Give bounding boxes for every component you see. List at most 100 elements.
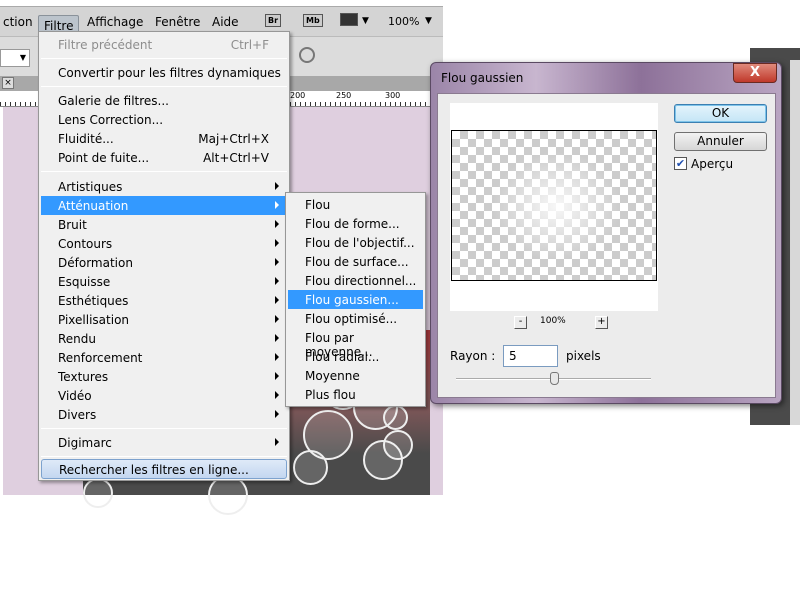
cancel-button[interactable]: Annuler — [674, 132, 767, 151]
label: Fluidité... — [58, 132, 114, 146]
separator — [41, 428, 287, 429]
submenu-item-flou-optimise[interactable]: Flou optimisé... — [288, 309, 423, 328]
menu-item-renforcement[interactable]: Renforcement — [41, 348, 287, 367]
separator — [41, 456, 287, 457]
submenu-item-flou-surface[interactable]: Flou de surface... — [288, 252, 423, 271]
menu-item-point-de-fuite[interactable]: Point de fuite... Alt+Ctrl+V — [41, 148, 287, 167]
menu-item-video[interactable]: Vidéo — [41, 386, 287, 405]
preview-checkbox[interactable]: ✔ — [674, 157, 687, 170]
menu-item-rendu[interactable]: Rendu — [41, 329, 287, 348]
preset-dropdown[interactable]: ▼ — [0, 49, 30, 67]
close-tab-icon[interactable]: × — [2, 77, 14, 89]
menu-item-filtre-precedent: Filtre précédent Ctrl+F — [41, 35, 287, 54]
submenu-item-flou-directionnel[interactable]: Flou directionnel... — [288, 271, 423, 290]
bubble — [293, 450, 328, 485]
radius-slider-thumb[interactable] — [549, 372, 559, 385]
submenu-item-flou-gaussien[interactable]: Flou gaussien... — [288, 290, 423, 309]
submenu-item-flou-par-moyenne[interactable]: Flou par moyenne... — [288, 328, 423, 359]
submenu-arrow-icon — [275, 438, 279, 446]
menu-aide[interactable]: Aide — [212, 15, 239, 29]
preview-area[interactable] — [450, 103, 658, 311]
submenu-item-plus-flou[interactable]: Plus flou — [288, 385, 423, 404]
submenu-arrow-icon — [275, 353, 279, 361]
menu-item-attenuation[interactable]: Atténuation — [41, 196, 287, 215]
menu-selection[interactable]: ction — [3, 15, 33, 29]
menu-item-deformation[interactable]: Déformation — [41, 253, 287, 272]
dialog-title: Flou gaussien — [441, 71, 524, 85]
chevron-down-icon[interactable]: ▼ — [425, 16, 432, 26]
submenu-item-flou[interactable]: Flou — [288, 195, 423, 214]
radius-input[interactable]: 5 — [503, 345, 558, 367]
minibridge-icon[interactable]: Mb — [303, 14, 323, 27]
menu-item-convertir[interactable]: Convertir pour les filtres dynamiques — [41, 63, 287, 82]
menu-item-digimarc[interactable]: Digimarc — [41, 433, 287, 452]
menu-item-fluidite[interactable]: Fluidité... Maj+Ctrl+X — [41, 129, 287, 148]
menu-item-galerie[interactable]: Galerie de filtres... — [41, 91, 287, 110]
submenu-arrow-icon — [275, 296, 279, 304]
radius-label: Rayon : — [450, 349, 496, 363]
menu-item-esthetiques[interactable]: Esthétiques — [41, 291, 287, 310]
menu-item-contours[interactable]: Contours — [41, 234, 287, 253]
shortcut: Maj+Ctrl+X — [198, 132, 269, 146]
bubble — [208, 475, 248, 515]
filter-menu: Filtre précédent Ctrl+F Convertir pour le… — [38, 31, 290, 481]
shortcut: Alt+Ctrl+V — [203, 151, 269, 165]
ruler-label: 250 — [336, 91, 352, 100]
bubble — [83, 478, 113, 508]
gaussian-blur-dialog: Flou gaussien X OK Annuler ✔ Aperçu - 10… — [430, 62, 782, 404]
preview-label[interactable]: Aperçu — [691, 157, 733, 171]
bubble — [383, 430, 413, 460]
label: Artistiques — [58, 180, 123, 194]
submenu-arrow-icon — [275, 220, 279, 228]
separator — [41, 171, 287, 172]
blur-glow — [492, 151, 622, 261]
ruler-label: 200 — [290, 91, 306, 100]
label: Vidéo — [58, 389, 92, 403]
close-button[interactable]: X — [733, 63, 777, 83]
zoom-in-button[interactable]: + — [595, 316, 608, 329]
label: Point de fuite... — [58, 151, 150, 165]
menu-item-esquisse[interactable]: Esquisse — [41, 272, 287, 291]
label: Esthétiques — [58, 294, 129, 308]
menu-item-artistiques[interactable]: Artistiques — [41, 177, 287, 196]
submenu-item-flou-de-forme[interactable]: Flou de forme... — [288, 214, 423, 233]
label: Rendu — [58, 332, 97, 346]
label: Esquisse — [58, 275, 111, 289]
screen-mode-icon[interactable] — [340, 13, 358, 26]
submenu-arrow-icon — [275, 391, 279, 399]
layers-panel — [790, 60, 800, 425]
radius-unit: pixels — [566, 349, 601, 363]
submenu-item-flou-objectif[interactable]: Flou de l'objectif... — [288, 233, 423, 252]
submenu-arrow-icon — [275, 410, 279, 418]
menu-affichage[interactable]: Affichage — [87, 15, 143, 29]
menu-item-lens-correction[interactable]: Lens Correction... — [41, 110, 287, 129]
menu-item-divers[interactable]: Divers — [41, 405, 287, 424]
submenu-arrow-icon — [275, 315, 279, 323]
submenu-item-moyenne[interactable]: Moyenne — [288, 366, 423, 385]
shortcut: Ctrl+F — [230, 38, 269, 52]
blur-submenu: Flou Flou de forme... Flou de l'objectif… — [285, 192, 426, 407]
submenu-item-flou-radial[interactable]: Flou radial... — [288, 347, 423, 366]
bridge-icon[interactable]: Br — [265, 14, 282, 27]
label: Divers — [58, 408, 97, 422]
menu-item-bruit[interactable]: Bruit — [41, 215, 287, 234]
label: Pixellisation — [58, 313, 130, 327]
submenu-arrow-icon — [275, 334, 279, 342]
target-icon[interactable] — [299, 47, 315, 63]
label: Filtre précédent — [58, 38, 153, 52]
submenu-arrow-icon — [275, 277, 279, 285]
zoom-out-button[interactable]: - — [514, 316, 527, 329]
menu-fenetre[interactable]: Fenêtre — [155, 15, 200, 29]
dialog-body: OK Annuler ✔ Aperçu - 100% + Rayon : 5 p… — [437, 93, 776, 398]
preview-image[interactable] — [451, 130, 657, 281]
label: Atténuation — [58, 199, 129, 213]
label: Textures — [58, 370, 109, 384]
ruler-label: 300 — [385, 91, 401, 100]
ok-button[interactable]: OK — [674, 104, 767, 123]
chevron-down-icon[interactable]: ▼ — [362, 16, 369, 26]
zoom-level[interactable]: 100% — [388, 15, 419, 28]
menu-item-textures[interactable]: Textures — [41, 367, 287, 386]
menu-item-rechercher-filtres[interactable]: Rechercher les filtres en ligne... — [41, 459, 287, 479]
menu-item-pixellisation[interactable]: Pixellisation — [41, 310, 287, 329]
label: Déformation — [58, 256, 133, 270]
